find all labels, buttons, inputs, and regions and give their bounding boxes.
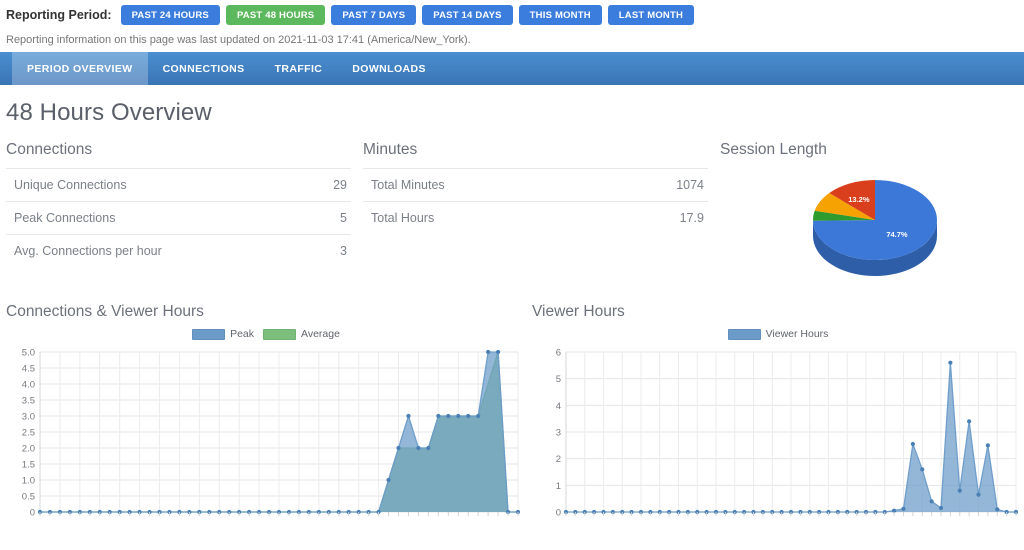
period-button-this-month[interactable]: THIS MONTH <box>518 5 602 25</box>
y-axis-tick-label: 2.5 <box>22 428 35 439</box>
stat-label: Unique Connections <box>14 178 127 192</box>
viewer-hours-title: Viewer Hours <box>532 303 625 320</box>
connections-viewer-hours-legend: Peak Average <box>6 327 526 341</box>
y-axis-tick-label: 2.0 <box>22 444 35 455</box>
y-axis-tick-label: 4 <box>556 401 561 412</box>
data-point <box>910 441 915 447</box>
period-button-past-48-hours[interactable]: PAST 48 HOURS <box>225 5 326 25</box>
connections-panel-title: Connections <box>6 141 93 158</box>
data-point <box>938 505 944 511</box>
charts-row: Connections & Viewer Hours Peak Average 0… <box>0 303 1024 539</box>
minutes-panel-title: Minutes <box>363 141 418 158</box>
session-length-panel: Session Length 74.7% 13.2% <box>720 141 1018 286</box>
stat-row: Peak Connections 5 <box>6 201 351 234</box>
data-point <box>948 360 953 365</box>
data-point <box>967 419 972 424</box>
data-point <box>456 413 461 419</box>
reporting-period-button-group: PAST 24 HOURS PAST 48 HOURS PAST 7 DAYS PAS… <box>120 5 701 25</box>
reporting-dashboard-page: Reporting Period: PAST 24 HOURS PAST 48 H… <box>0 0 1024 550</box>
period-button-last-month[interactable]: LAST MONTH <box>607 5 695 25</box>
stat-label: Avg. Connections per hour <box>14 244 162 258</box>
y-axis-tick-label: 0 <box>30 508 35 519</box>
data-point <box>386 477 391 483</box>
y-axis-tick-label: 6 <box>556 348 561 359</box>
y-axis-tick-label: 1 <box>556 481 561 492</box>
minutes-panel: Minutes Total Minutes 1074 Total Hours 17.9 <box>363 141 708 286</box>
legend-label: Average <box>301 328 340 340</box>
data-point <box>436 413 441 419</box>
stat-label: Total Minutes <box>371 178 445 192</box>
y-axis-tick-label: 1.5 <box>22 460 35 471</box>
connections-viewer-hours-title: Connections & Viewer Hours <box>6 303 204 320</box>
tab-connections[interactable]: CONNECTIONS <box>148 52 260 85</box>
period-button-past-14-days[interactable]: PAST 14 DAYS <box>422 5 513 25</box>
data-point <box>495 349 501 355</box>
data-point <box>446 413 451 419</box>
legend-item[interactable]: Average <box>263 328 340 340</box>
y-axis-tick-label: 3.0 <box>22 412 35 423</box>
legend-label: Peak <box>230 328 254 340</box>
data-point <box>901 506 906 511</box>
data-point <box>396 445 401 451</box>
data-point <box>920 467 925 472</box>
data-point <box>466 413 471 419</box>
stat-row: Avg. Connections per hour 3 <box>6 234 351 267</box>
stat-value: 5 <box>340 211 347 225</box>
reporting-period-bar: Reporting Period: PAST 24 HOURS PAST 48 H… <box>0 0 1024 30</box>
y-axis-tick-label: 0.5 <box>22 492 35 503</box>
data-point <box>957 488 962 493</box>
stat-value: 17.9 <box>679 211 704 225</box>
period-button-past-24-hours[interactable]: PAST 24 HOURS <box>120 5 220 25</box>
connections-viewer-hours-plot: 0 0.5 1.0 1.5 2.0 2.5 3.0 3.5 4.0 4.5 5.0 <box>6 344 526 539</box>
y-axis-tick-label: 0 <box>556 508 561 519</box>
viewer-hours-legend: Viewer Hours <box>532 327 1024 341</box>
y-axis-tick-label: 5.0 <box>22 348 35 359</box>
viewer-hours-plot: 0 1 2 3 4 5 6 <box>532 344 1024 539</box>
period-button-past-7-days[interactable]: PAST 7 DAYS <box>331 5 417 25</box>
y-axis-tick-label: 3 <box>556 428 561 439</box>
page-title: 48 Hours Overview <box>6 99 212 126</box>
connections-viewer-hours-chart: Connections & Viewer Hours Peak Average 0… <box>6 303 526 539</box>
stat-row: Total Minutes 1074 <box>363 168 708 201</box>
legend-swatch <box>192 328 226 340</box>
summary-stats-row: Connections Unique Connections 29 Peak Con… <box>0 141 1024 286</box>
legend-item[interactable]: Viewer Hours <box>727 328 829 340</box>
stat-row: Unique Connections 29 <box>6 168 351 201</box>
data-point <box>476 413 481 419</box>
data-point <box>426 445 431 451</box>
stat-value: 3 <box>340 244 347 258</box>
data-point <box>406 413 411 419</box>
legend-item[interactable]: Peak <box>192 328 254 340</box>
last-updated-note: Reporting information on this page was l… <box>6 34 471 46</box>
viewer-hours-chart: Viewer Hours Viewer Hours 0 1 2 3 4 5 6 <box>532 303 1024 539</box>
stat-label: Total Hours <box>371 211 435 225</box>
y-axis-tick-label: 4.0 <box>22 380 35 391</box>
tab-traffic[interactable]: TRAFFIC <box>260 52 338 85</box>
tab-downloads[interactable]: DOWNLOADS <box>337 52 441 85</box>
stat-value: 29 <box>333 178 347 192</box>
connections-panel: Connections Unique Connections 29 Peak Con… <box>6 141 351 286</box>
data-point <box>929 499 934 504</box>
y-axis-tick-label: 5 <box>556 374 561 385</box>
legend-swatch <box>263 328 296 340</box>
legend-swatch <box>727 328 761 340</box>
stat-label: Peak Connections <box>14 211 116 225</box>
reporting-period-label: Reporting Period: <box>6 8 112 22</box>
data-point <box>995 507 1000 512</box>
main-tabbar: PERIOD OVERVIEW CONNECTIONS TRAFFIC DOWNLOA… <box>0 52 1024 85</box>
legend-label: Viewer Hours <box>765 328 829 340</box>
tab-period-overview[interactable]: PERIOD OVERVIEW <box>12 52 148 85</box>
y-axis-tick-label: 3.5 <box>22 396 35 407</box>
stat-value: 1074 <box>676 178 704 192</box>
y-axis-tick-label: 1.0 <box>22 476 35 487</box>
data-point <box>976 492 981 497</box>
y-axis-tick-label: 4.5 <box>22 364 35 375</box>
stat-row: Total Hours 17.9 <box>363 201 708 234</box>
session-length-title: Session Length <box>720 141 827 158</box>
session-length-pie-chart: 74.7% 13.2% <box>720 168 1018 286</box>
data-point <box>486 349 491 355</box>
data-point <box>416 445 421 451</box>
y-axis-tick-label: 2 <box>556 454 561 465</box>
data-point <box>985 443 990 448</box>
